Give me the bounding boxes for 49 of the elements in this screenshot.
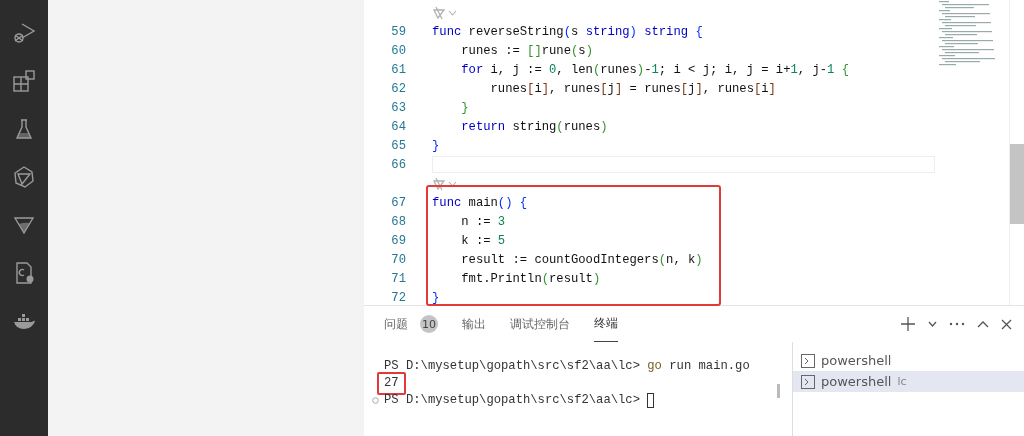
terminal-icon xyxy=(801,374,815,389)
scrollbar-thumb[interactable] xyxy=(1010,144,1024,224)
chevron-down-icon[interactable] xyxy=(928,321,937,327)
extensions-icon[interactable] xyxy=(12,69,36,93)
chevron-down-icon[interactable] xyxy=(448,180,457,187)
chevron-up-icon[interactable] xyxy=(977,320,989,328)
line-number: 71 xyxy=(390,271,406,286)
more-icon[interactable] xyxy=(949,322,965,326)
line-number: 66 xyxy=(390,157,406,172)
count-badge: 10 xyxy=(420,315,438,333)
line-number: 60 xyxy=(390,43,406,58)
panel-tab[interactable]: 输出 xyxy=(462,306,486,342)
close-icon[interactable] xyxy=(1001,318,1012,330)
line-number: 65 xyxy=(390,138,406,153)
line-number: 69 xyxy=(390,233,406,248)
line-number: 62 xyxy=(390,81,406,96)
panel-tab[interactable]: 调试控制台 xyxy=(510,306,570,342)
terminal-line: PS D:\mysetup\gopath\src\sf2\aa\lc> xyxy=(384,393,641,408)
line-number: 67 xyxy=(390,195,406,210)
line-number: 59 xyxy=(390,24,406,39)
highlighted-output: 27 xyxy=(377,372,406,395)
panel-tab[interactable]: 终端 xyxy=(594,306,618,342)
plus-icon[interactable] xyxy=(900,316,916,332)
run-debug-icon[interactable] xyxy=(12,21,36,45)
terminal-icon xyxy=(801,353,815,368)
code-line: result := countGoodIntegers(n, k) xyxy=(460,252,703,267)
code-line: runes[i], runes[j] = runes[j], runes[i] xyxy=(489,81,776,96)
terminal-list-item[interactable]: powershell lc xyxy=(793,371,1024,392)
line-number: 70 xyxy=(390,252,406,267)
code-line: fmt.Println(result) xyxy=(460,271,601,286)
code-line: runes := []rune(s) xyxy=(460,43,593,58)
line-number: 72 xyxy=(390,290,406,305)
line-number: 68 xyxy=(390,214,406,229)
line-number: 61 xyxy=(390,62,406,77)
code-line: } xyxy=(432,138,440,153)
panel-tab[interactable]: 问题 10 xyxy=(384,306,438,342)
code-line: for i, j := 0, len(runes)-1; i < j; i, j = i+1, j-1 { xyxy=(460,62,850,77)
code-line: func main() { xyxy=(432,195,528,210)
code-line: } xyxy=(460,100,469,115)
code-line: n := 3 xyxy=(460,214,506,229)
code-line: return string(runes) xyxy=(460,119,608,134)
terminal-list-item[interactable]: powershell xyxy=(793,350,1024,371)
scrollbar-thumb[interactable] xyxy=(777,384,780,398)
line-number: 64 xyxy=(390,119,406,134)
code-line: func reverseString(s string) string { xyxy=(432,24,703,39)
code-line: } xyxy=(432,290,440,305)
code-line: k := 5 xyxy=(460,233,506,248)
line-number: 63 xyxy=(390,100,406,115)
terminal-line: PS D:\mysetup\gopath\src\sf2\aa\lc> go run main.go xyxy=(384,359,750,374)
